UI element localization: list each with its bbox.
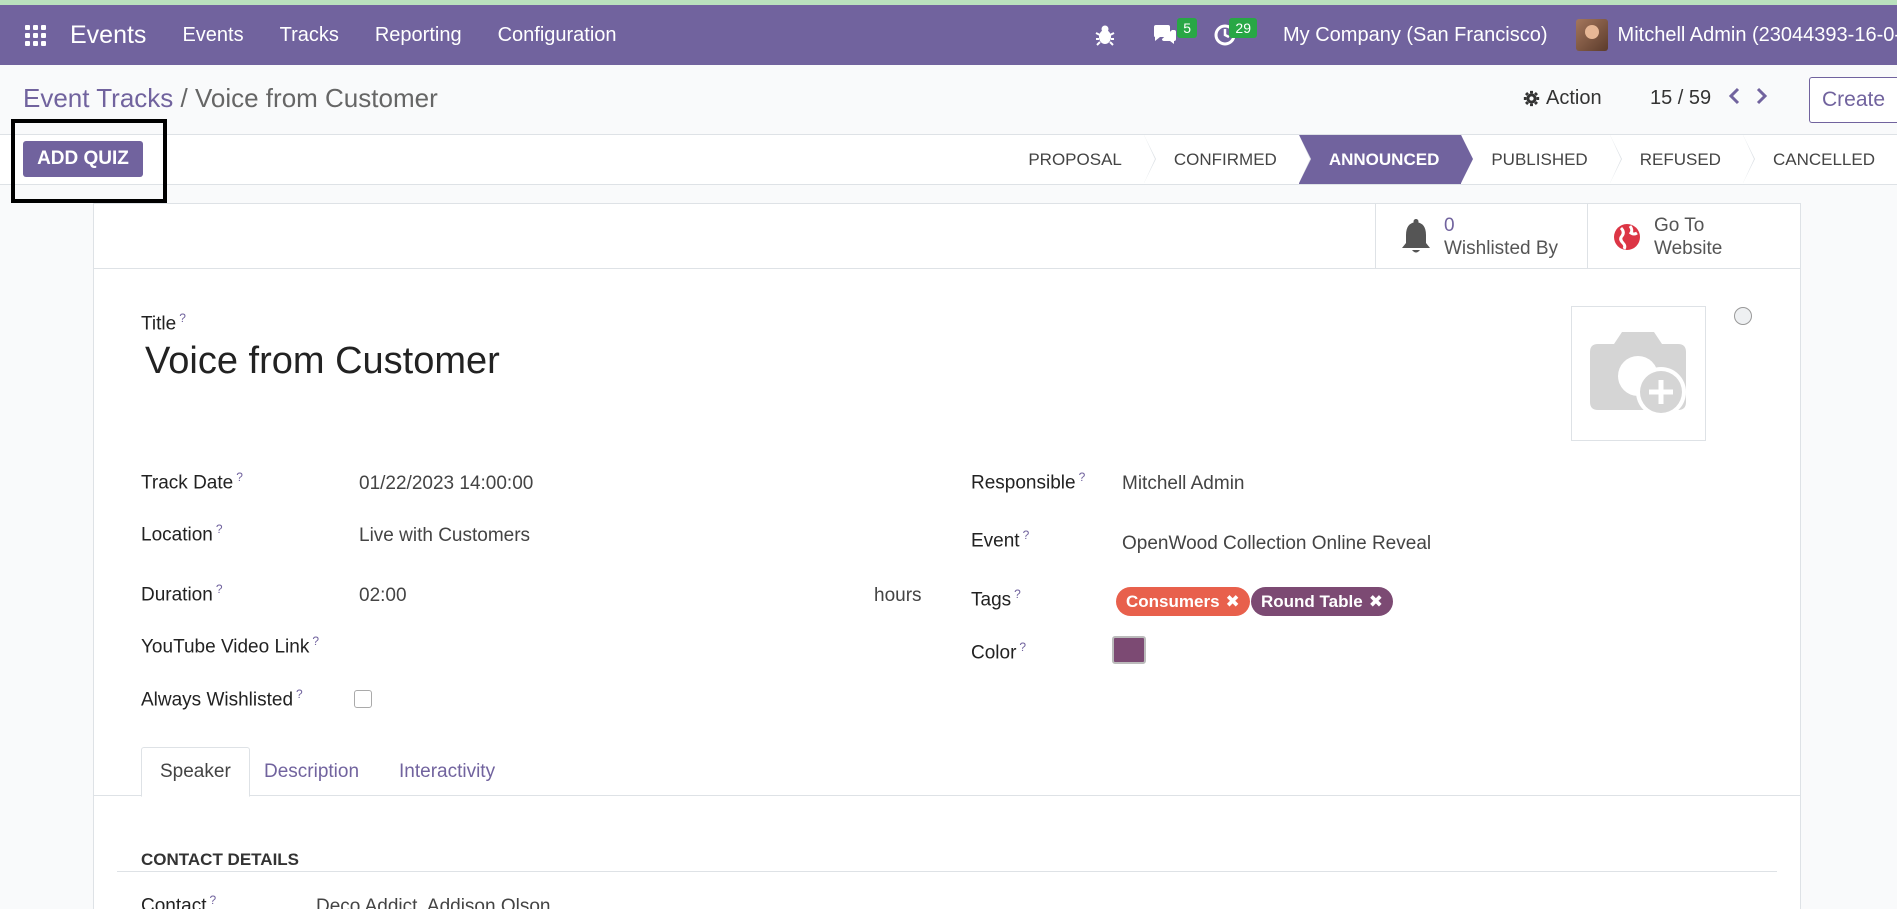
- debug-bug-icon[interactable]: [1085, 5, 1125, 65]
- action-menu[interactable]: Action: [1523, 87, 1602, 110]
- event-field[interactable]: OpenWood Collection Online Reveal: [1122, 533, 1431, 555]
- main-navbar: Events Events Tracks Reporting Configura…: [0, 5, 1897, 65]
- stage-cancelled[interactable]: CANCELLED: [1742, 135, 1897, 184]
- messages-badge: 5: [1177, 18, 1197, 38]
- website-line2: Website: [1654, 237, 1723, 259]
- tags-label: Tags?: [971, 587, 1021, 611]
- website-line1: Go To: [1654, 214, 1705, 236]
- menu-tracks[interactable]: Tracks: [280, 24, 339, 47]
- activities-clock-icon[interactable]: 29: [1205, 5, 1257, 65]
- section-divider: [117, 871, 1777, 872]
- title-label: Title?: [141, 311, 186, 335]
- breadcrumb: Event Tracks / Voice from Customer: [23, 83, 438, 114]
- camera-add-icon: [1589, 331, 1686, 417]
- form-sheet: 0 Wishlisted By Go To Website: [93, 203, 1801, 909]
- notebook-tabs: Speaker Description Interactivity: [93, 747, 1801, 797]
- tag-consumers[interactable]: Consumers ✖: [1116, 587, 1250, 616]
- tag-round-table[interactable]: Round Table ✖: [1251, 587, 1393, 616]
- breadcrumb-current: Voice from Customer: [194, 83, 438, 113]
- location-label: Location?: [141, 522, 223, 546]
- track-date-label: Track Date?: [141, 470, 243, 494]
- duration-label: Duration?: [141, 582, 223, 606]
- wishlist-count: 0: [1444, 214, 1455, 236]
- youtube-link-label: YouTube Video Link?: [141, 634, 320, 658]
- youtube-link-field[interactable]: [359, 634, 919, 660]
- event-label: Event?: [971, 528, 1030, 552]
- bell-icon: [1402, 218, 1430, 252]
- track-date-field[interactable]: 01/22/2023 14:00:00: [359, 473, 533, 495]
- breadcrumb-separator: /: [180, 83, 188, 113]
- tab-description[interactable]: Description: [246, 747, 377, 796]
- title-input[interactable]: Voice from Customer: [145, 340, 500, 383]
- color-label: Color?: [971, 640, 1027, 664]
- pager-next-icon[interactable]: [1755, 85, 1769, 111]
- user-menu[interactable]: Mitchell Admin (23044393-16-0-all: [1618, 24, 1897, 47]
- duration-field[interactable]: 02:00: [359, 585, 407, 607]
- stage-confirmed[interactable]: CONFIRMED: [1143, 135, 1311, 184]
- tab-speaker[interactable]: Speaker: [141, 747, 250, 797]
- contact-label: Contact?: [141, 893, 217, 909]
- messages-icon[interactable]: 5: [1145, 5, 1197, 65]
- tab-interactivity[interactable]: Interactivity: [381, 747, 513, 796]
- globe-icon: [1614, 223, 1640, 250]
- tag-round-table-label: Round Table: [1261, 591, 1363, 611]
- wishlisted-by-button[interactable]: 0 Wishlisted By: [1375, 204, 1587, 269]
- user-avatar[interactable]: [1575, 19, 1608, 51]
- stage-proposal[interactable]: PROPOSAL: [998, 135, 1156, 184]
- gear-icon: [1523, 90, 1540, 107]
- menu-events[interactable]: Events: [182, 24, 243, 47]
- always-wishlisted-checkbox[interactable]: [354, 690, 372, 708]
- stage-published[interactable]: PUBLISHED: [1461, 135, 1623, 184]
- tag-remove-icon[interactable]: ✖: [1369, 592, 1383, 612]
- priority-radio[interactable]: [1734, 307, 1752, 325]
- highlight-annotation-box: [11, 119, 167, 203]
- create-button[interactable]: Create: [1809, 77, 1897, 123]
- action-label: Action: [1546, 87, 1602, 109]
- app-brand[interactable]: Events: [70, 21, 146, 50]
- wishlist-label: Wishlisted By: [1444, 237, 1559, 259]
- location-field[interactable]: Live with Customers: [359, 525, 530, 547]
- responsible-label: Responsible?: [971, 470, 1086, 494]
- go-to-website-button[interactable]: Go To Website: [1587, 204, 1800, 269]
- apps-menu-icon[interactable]: [0, 5, 70, 65]
- stage-pipeline: PROPOSAL CONFIRMED ANNOUNCED PUBLISHED R…: [998, 135, 1897, 184]
- company-switcher[interactable]: My Company (San Francisco): [1283, 24, 1548, 47]
- menu-configuration[interactable]: Configuration: [498, 24, 617, 47]
- menu-reporting[interactable]: Reporting: [375, 24, 462, 47]
- stage-refused[interactable]: REFUSED: [1609, 135, 1756, 184]
- tag-consumers-label: Consumers: [1126, 591, 1220, 611]
- pager-value[interactable]: 15 / 59: [1650, 87, 1711, 110]
- breadcrumb-parent-link[interactable]: Event Tracks: [23, 83, 173, 113]
- pager-previous-icon[interactable]: [1727, 85, 1741, 111]
- responsible-field[interactable]: Mitchell Admin: [1122, 473, 1245, 495]
- contact-details-heading: CONTACT DETAILS: [141, 850, 300, 869]
- color-picker[interactable]: [1112, 636, 1146, 664]
- stage-announced[interactable]: ANNOUNCED: [1298, 135, 1473, 184]
- duration-unit: hours: [874, 585, 922, 606]
- always-wishlisted-label: Always Wishlisted?: [141, 687, 303, 711]
- smart-button-box: 0 Wishlisted By Go To Website: [94, 204, 1800, 269]
- activities-badge: 29: [1229, 18, 1257, 38]
- contact-field[interactable]: Deco Addict, Addison Olson: [316, 896, 550, 909]
- image-upload[interactable]: [1571, 306, 1706, 441]
- tag-remove-icon[interactable]: ✖: [1226, 592, 1240, 612]
